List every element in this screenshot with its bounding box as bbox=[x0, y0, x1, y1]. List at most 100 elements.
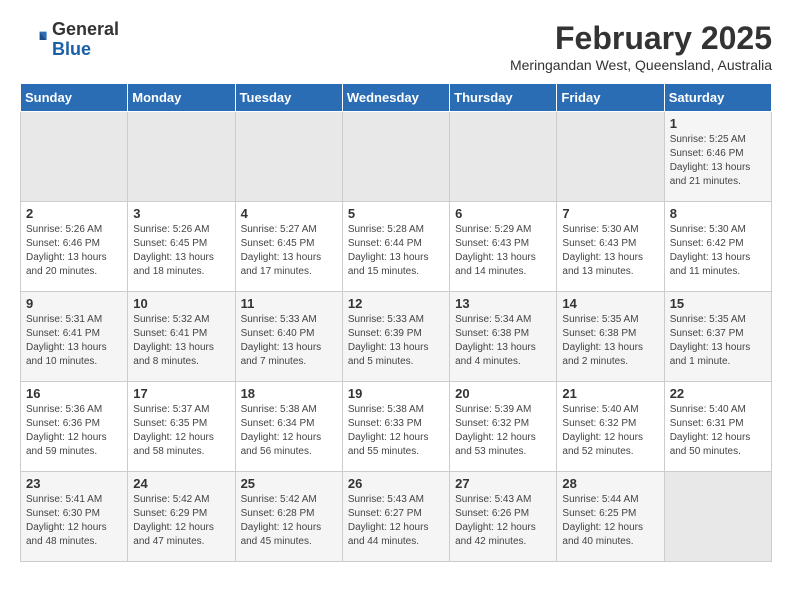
day-number: 13 bbox=[455, 296, 551, 311]
table-row: 14 Sunrise: 5:35 AM Sunset: 6:38 PM Dayli… bbox=[557, 292, 664, 382]
day-number: 5 bbox=[348, 206, 444, 221]
day-number: 28 bbox=[562, 476, 658, 491]
calendar-week-row: 16 Sunrise: 5:36 AM Sunset: 6:36 PM Dayli… bbox=[21, 382, 772, 472]
calendar-week-row: 9 Sunrise: 5:31 AM Sunset: 6:41 PM Daylig… bbox=[21, 292, 772, 382]
day-number: 8 bbox=[670, 206, 766, 221]
table-row: 1 Sunrise: 5:25 AM Sunset: 6:46 PM Daylig… bbox=[664, 112, 771, 202]
day-info: Sunrise: 5:38 AM Sunset: 6:33 PM Dayligh… bbox=[348, 403, 444, 459]
day-info: Sunrise: 5:36 AM Sunset: 6:36 PM Dayligh… bbox=[26, 403, 122, 459]
day-info: Sunrise: 5:43 AM Sunset: 6:27 PM Dayligh… bbox=[348, 493, 444, 549]
col-tuesday: Tuesday bbox=[235, 84, 342, 112]
day-number: 16 bbox=[26, 386, 122, 401]
location-subtitle: Meringandan West, Queensland, Australia bbox=[510, 57, 772, 73]
day-number: 18 bbox=[241, 386, 337, 401]
day-number: 4 bbox=[241, 206, 337, 221]
table-row: 27 Sunrise: 5:43 AM Sunset: 6:26 PM Dayli… bbox=[450, 472, 557, 562]
day-number: 19 bbox=[348, 386, 444, 401]
table-row: 23 Sunrise: 5:41 AM Sunset: 6:30 PM Dayli… bbox=[21, 472, 128, 562]
table-row: 13 Sunrise: 5:34 AM Sunset: 6:38 PM Dayli… bbox=[450, 292, 557, 382]
day-number: 3 bbox=[133, 206, 229, 221]
table-row: 9 Sunrise: 5:31 AM Sunset: 6:41 PM Daylig… bbox=[21, 292, 128, 382]
table-row: 18 Sunrise: 5:38 AM Sunset: 6:34 PM Dayli… bbox=[235, 382, 342, 472]
day-info: Sunrise: 5:35 AM Sunset: 6:37 PM Dayligh… bbox=[670, 313, 766, 369]
day-number: 2 bbox=[26, 206, 122, 221]
table-row: 15 Sunrise: 5:35 AM Sunset: 6:37 PM Dayli… bbox=[664, 292, 771, 382]
table-row: 22Sunrise: 5:40 AM Sunset: 6:31 PM Dayli… bbox=[664, 382, 771, 472]
day-number: 1 bbox=[670, 116, 766, 131]
table-row: 2 Sunrise: 5:26 AM Sunset: 6:46 PM Daylig… bbox=[21, 202, 128, 292]
day-number: 10 bbox=[133, 296, 229, 311]
col-saturday: Saturday bbox=[664, 84, 771, 112]
day-number: 27 bbox=[455, 476, 551, 491]
table-row bbox=[342, 112, 449, 202]
table-row: 17 Sunrise: 5:37 AM Sunset: 6:35 PM Dayli… bbox=[128, 382, 235, 472]
day-info: Sunrise: 5:34 AM Sunset: 6:38 PM Dayligh… bbox=[455, 313, 551, 369]
day-info: Sunrise: 5:26 AM Sunset: 6:46 PM Dayligh… bbox=[26, 223, 122, 279]
day-info: Sunrise: 5:30 AM Sunset: 6:43 PM Dayligh… bbox=[562, 223, 658, 279]
day-info: Sunrise: 5:32 AM Sunset: 6:41 PM Dayligh… bbox=[133, 313, 229, 369]
day-number: 14 bbox=[562, 296, 658, 311]
day-number: 20 bbox=[455, 386, 551, 401]
table-row: 10 Sunrise: 5:32 AM Sunset: 6:41 PM Dayli… bbox=[128, 292, 235, 382]
day-number: 21 bbox=[562, 386, 658, 401]
table-row: 28 Sunrise: 5:44 AM Sunset: 6:25 PM Dayli… bbox=[557, 472, 664, 562]
logo-icon bbox=[20, 26, 48, 54]
day-number: 24 bbox=[133, 476, 229, 491]
day-info: Sunrise: 5:44 AM Sunset: 6:25 PM Dayligh… bbox=[562, 493, 658, 549]
day-info: Sunrise: 5:35 AM Sunset: 6:38 PM Dayligh… bbox=[562, 313, 658, 369]
col-thursday: Thursday bbox=[450, 84, 557, 112]
calendar-table: Sunday Monday Tuesday Wednesday Thursday… bbox=[20, 83, 772, 562]
table-row: 5Sunrise: 5:28 AM Sunset: 6:44 PM Daylig… bbox=[342, 202, 449, 292]
day-info: Sunrise: 5:29 AM Sunset: 6:43 PM Dayligh… bbox=[455, 223, 551, 279]
table-row: 26Sunrise: 5:43 AM Sunset: 6:27 PM Dayli… bbox=[342, 472, 449, 562]
logo-blue-text: Blue bbox=[52, 39, 91, 59]
col-monday: Monday bbox=[128, 84, 235, 112]
day-info: Sunrise: 5:38 AM Sunset: 6:34 PM Dayligh… bbox=[241, 403, 337, 459]
day-info: Sunrise: 5:41 AM Sunset: 6:30 PM Dayligh… bbox=[26, 493, 122, 549]
day-info: Sunrise: 5:30 AM Sunset: 6:42 PM Dayligh… bbox=[670, 223, 766, 279]
day-number: 12 bbox=[348, 296, 444, 311]
table-row: 4 Sunrise: 5:27 AM Sunset: 6:45 PM Daylig… bbox=[235, 202, 342, 292]
logo: General Blue bbox=[20, 20, 119, 60]
table-row: 21Sunrise: 5:40 AM Sunset: 6:32 PM Dayli… bbox=[557, 382, 664, 472]
calendar-week-row: 23 Sunrise: 5:41 AM Sunset: 6:30 PM Dayli… bbox=[21, 472, 772, 562]
table-row: 3Sunrise: 5:26 AM Sunset: 6:45 PM Daylig… bbox=[128, 202, 235, 292]
col-sunday: Sunday bbox=[21, 84, 128, 112]
table-row: 11Sunrise: 5:33 AM Sunset: 6:40 PM Dayli… bbox=[235, 292, 342, 382]
calendar-week-row: 2 Sunrise: 5:26 AM Sunset: 6:46 PM Daylig… bbox=[21, 202, 772, 292]
day-number: 17 bbox=[133, 386, 229, 401]
day-info: Sunrise: 5:42 AM Sunset: 6:28 PM Dayligh… bbox=[241, 493, 337, 549]
month-year-title: February 2025 bbox=[510, 20, 772, 57]
col-friday: Friday bbox=[557, 84, 664, 112]
table-row bbox=[664, 472, 771, 562]
day-info: Sunrise: 5:27 AM Sunset: 6:45 PM Dayligh… bbox=[241, 223, 337, 279]
table-row: 8 Sunrise: 5:30 AM Sunset: 6:42 PM Daylig… bbox=[664, 202, 771, 292]
table-row bbox=[21, 112, 128, 202]
day-info: Sunrise: 5:37 AM Sunset: 6:35 PM Dayligh… bbox=[133, 403, 229, 459]
day-info: Sunrise: 5:42 AM Sunset: 6:29 PM Dayligh… bbox=[133, 493, 229, 549]
day-info: Sunrise: 5:43 AM Sunset: 6:26 PM Dayligh… bbox=[455, 493, 551, 549]
day-number: 25 bbox=[241, 476, 337, 491]
day-number: 7 bbox=[562, 206, 658, 221]
day-number: 22 bbox=[670, 386, 766, 401]
table-row: 6 Sunrise: 5:29 AM Sunset: 6:43 PM Daylig… bbox=[450, 202, 557, 292]
calendar-header-row: Sunday Monday Tuesday Wednesday Thursday… bbox=[21, 84, 772, 112]
calendar-week-row: 1 Sunrise: 5:25 AM Sunset: 6:46 PM Daylig… bbox=[21, 112, 772, 202]
table-row bbox=[235, 112, 342, 202]
table-row bbox=[450, 112, 557, 202]
table-row: 25 Sunrise: 5:42 AM Sunset: 6:28 PM Dayli… bbox=[235, 472, 342, 562]
day-number: 9 bbox=[26, 296, 122, 311]
table-row bbox=[557, 112, 664, 202]
day-info: Sunrise: 5:39 AM Sunset: 6:32 PM Dayligh… bbox=[455, 403, 551, 459]
day-number: 6 bbox=[455, 206, 551, 221]
table-row: 7 Sunrise: 5:30 AM Sunset: 6:43 PM Daylig… bbox=[557, 202, 664, 292]
day-info: Sunrise: 5:25 AM Sunset: 6:46 PM Dayligh… bbox=[670, 133, 766, 189]
table-row: 19 Sunrise: 5:38 AM Sunset: 6:33 PM Dayli… bbox=[342, 382, 449, 472]
logo-general-text: General bbox=[52, 19, 119, 39]
day-info: Sunrise: 5:31 AM Sunset: 6:41 PM Dayligh… bbox=[26, 313, 122, 369]
day-number: 15 bbox=[670, 296, 766, 311]
day-number: 23 bbox=[26, 476, 122, 491]
day-info: Sunrise: 5:33 AM Sunset: 6:40 PM Dayligh… bbox=[241, 313, 337, 369]
title-block: February 2025 Meringandan West, Queensla… bbox=[510, 20, 772, 73]
table-row: 12Sunrise: 5:33 AM Sunset: 6:39 PM Dayli… bbox=[342, 292, 449, 382]
